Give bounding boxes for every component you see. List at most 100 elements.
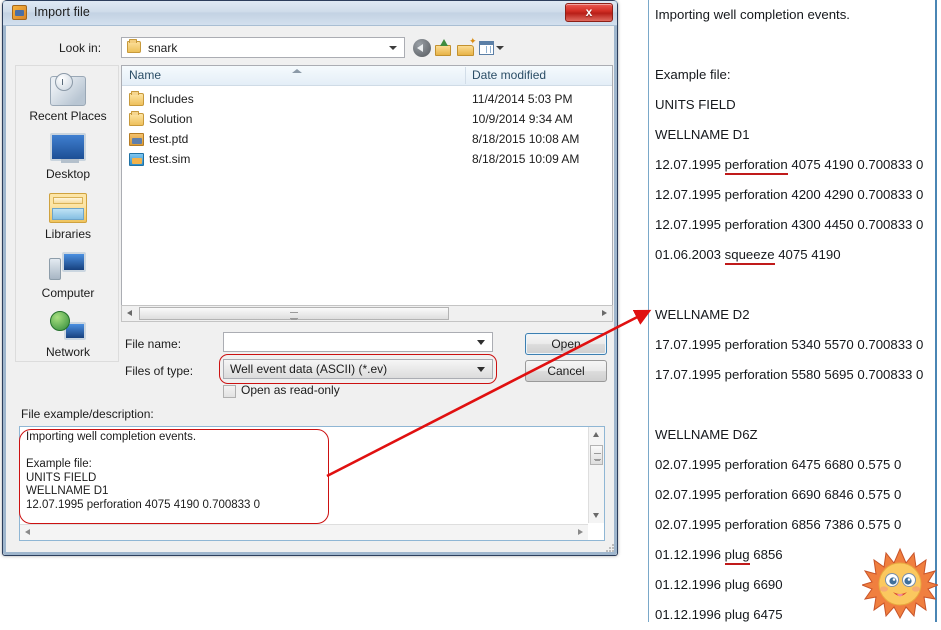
example-line: 01.06.2003 squeeze 4075 4190	[655, 240, 931, 270]
file-example-textarea[interactable]: Importing well completion events. Exampl…	[19, 426, 605, 541]
scrollbar-thumb[interactable]	[139, 307, 449, 320]
look-in-combo[interactable]: snark	[121, 37, 405, 58]
file-name: test.ptd	[149, 132, 189, 146]
file-name-label: File name:	[125, 337, 182, 351]
file-example-text: Importing well completion events. Exampl…	[26, 431, 261, 511]
sort-ascending-icon	[292, 69, 302, 73]
underlined-keyword: perforation	[724, 157, 788, 175]
sidebar-item-libraries[interactable]: Libraries	[16, 190, 120, 241]
example-file-panel: Importing well completion events. Example…	[648, 0, 937, 622]
look-in-label: Look in:	[59, 41, 102, 55]
look-in-value: snark	[148, 41, 178, 55]
example-vertical-scrollbar[interactable]	[588, 427, 604, 523]
example-line: 02.07.1995 perforation 6690 6846 0.575 0	[655, 487, 902, 502]
table-row[interactable]: Solution 10/9/2014 9:34 AM	[122, 110, 612, 129]
chevron-down-icon[interactable]	[389, 46, 397, 50]
sidebar-item-label: Computer	[41, 286, 95, 300]
table-row[interactable]: Includes 11/4/2014 5:03 PM	[122, 90, 612, 109]
resize-grip-icon[interactable]	[606, 544, 615, 553]
underlined-keyword: squeeze	[724, 247, 775, 265]
example-line: 12.07.1995 perforation 4075 4190 0.70083…	[655, 150, 931, 180]
table-row[interactable]: test.sim 8/18/2015 10:09 AM	[122, 150, 612, 169]
example-line-blank	[655, 390, 931, 420]
scroll-right-icon[interactable]	[572, 525, 588, 540]
folder-icon	[127, 39, 141, 53]
dialog-title: Import file	[34, 5, 90, 19]
table-row[interactable]: test.ptd 8/18/2015 10:08 AM	[122, 130, 612, 149]
desktop-icon	[47, 130, 89, 166]
example-line: Importing well completion events.	[655, 7, 850, 22]
checkbox-label: Open as read-only	[241, 383, 340, 397]
back-arrow-icon[interactable]	[413, 39, 431, 57]
folder-icon	[129, 91, 144, 106]
sidebar-item-label: Libraries	[44, 227, 92, 241]
import-file-icon	[12, 5, 27, 20]
sidebar-item-label: Desktop	[45, 167, 91, 181]
example-line: WELLNAME D1	[655, 127, 750, 142]
sidebar-item-desktop[interactable]: Desktop	[16, 130, 120, 181]
file-date: 8/18/2015 10:09 AM	[472, 152, 580, 166]
scroll-right-icon[interactable]	[596, 306, 612, 321]
scroll-down-icon[interactable]	[589, 507, 604, 523]
file-date: 10/9/2014 9:34 AM	[472, 112, 573, 126]
files-of-type-combo[interactable]: Well event data (ASCII) (*.ev)	[223, 359, 493, 379]
scroll-left-icon[interactable]	[122, 306, 138, 321]
dialog-titlebar[interactable]: Import file x	[3, 1, 617, 26]
example-line: UNITS FIELD	[655, 97, 736, 112]
up-folder-icon[interactable]	[435, 39, 453, 57]
computer-icon	[47, 249, 89, 285]
network-icon	[47, 308, 89, 344]
close-icon: x	[585, 5, 593, 19]
files-of-type-value: Well event data (ASCII) (*.ev)	[230, 362, 388, 376]
example-line-blank	[655, 270, 931, 300]
ptd-file-icon	[129, 133, 144, 146]
files-of-type-label: Files of type:	[125, 364, 194, 378]
checkbox-box[interactable]	[223, 385, 236, 398]
recent-places-icon	[47, 72, 89, 108]
file-list[interactable]: Name Date modified Includes 11/4/2014 5:…	[121, 65, 613, 311]
example-file-lines: Importing well completion events. Example…	[655, 0, 931, 630]
sidebar-item-network[interactable]: Network	[16, 308, 120, 359]
scroll-left-icon[interactable]	[20, 525, 36, 540]
file-list-horizontal-scrollbar[interactable]	[121, 305, 613, 322]
example-horizontal-scrollbar[interactable]	[20, 524, 588, 540]
libraries-icon	[47, 190, 89, 226]
open-button[interactable]: Open	[525, 333, 607, 355]
file-example-label: File example/description:	[21, 407, 154, 421]
column-header-date-modified[interactable]: Date modified	[472, 68, 546, 82]
places-bar: Recent Places Desktop Libraries Computer…	[15, 65, 119, 362]
close-button[interactable]: x	[565, 3, 613, 22]
underlined-keyword: plug	[724, 547, 750, 565]
column-header-name[interactable]: Name	[129, 68, 161, 82]
views-grid-icon[interactable]	[479, 39, 504, 57]
chevron-down-icon[interactable]	[477, 340, 485, 345]
example-line-blank	[655, 30, 931, 60]
file-name: test.sim	[149, 152, 191, 166]
sidebar-item-recent-places[interactable]: Recent Places	[16, 72, 120, 123]
example-line: Example file:	[655, 67, 731, 82]
scrollbar-thumb[interactable]	[590, 445, 603, 465]
import-file-dialog: Import file x Look in: snark ✦ Recent Pl…	[2, 0, 618, 556]
file-name: Includes	[149, 92, 194, 106]
example-line: 12.07.1995 perforation 4200 4290 0.70083…	[655, 187, 924, 202]
sim-file-icon	[129, 153, 144, 166]
sidebar-item-label: Network	[45, 345, 90, 359]
example-line: 17.07.1995 perforation 5580 5695 0.70083…	[655, 367, 924, 382]
file-name: Solution	[149, 112, 193, 126]
example-line: 17.07.1995 perforation 5340 5570 0.70083…	[655, 337, 924, 352]
example-line: 02.07.1995 perforation 6475 6680 0.575 0	[655, 457, 902, 472]
example-line: WELLNAME D2	[655, 307, 750, 322]
example-line: WELLNAME D6Z	[655, 427, 758, 442]
scroll-up-icon[interactable]	[589, 427, 604, 443]
new-folder-icon[interactable]: ✦	[457, 37, 477, 57]
file-list-header: Name Date modified	[122, 66, 612, 86]
file-name-input[interactable]	[223, 332, 493, 352]
file-date: 11/4/2014 5:03 PM	[472, 92, 573, 106]
example-line: 02.07.1995 perforation 6856 7386 0.575 0	[655, 517, 902, 532]
cancel-button[interactable]: Cancel	[525, 360, 607, 382]
chevron-down-icon[interactable]	[477, 367, 485, 372]
sidebar-item-computer[interactable]: Computer	[16, 249, 120, 300]
folder-icon	[129, 111, 144, 126]
file-date: 8/18/2015 10:08 AM	[472, 132, 580, 146]
example-line: 12.07.1995 perforation 4300 4450 0.70083…	[655, 217, 924, 232]
